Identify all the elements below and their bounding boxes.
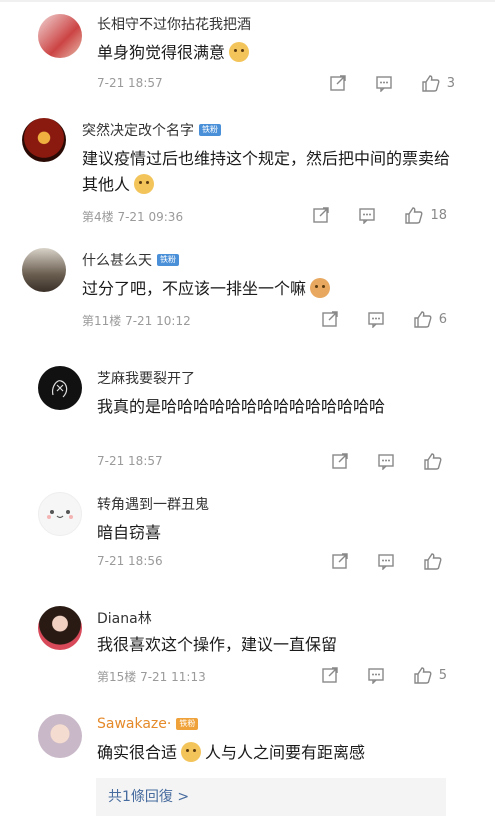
comment-meta: 7-21 18:57 — [97, 454, 163, 468]
view-replies-link[interactable]: 共1條回復 > — [96, 778, 446, 816]
username[interactable]: 突然决定改个名字 铁粉 — [82, 120, 221, 140]
username[interactable]: 转角遇到一群丑鬼 — [97, 494, 209, 514]
comment-icon — [368, 668, 384, 684]
fan-badge: 铁粉 — [199, 124, 221, 136]
username[interactable]: Sawakaze· 铁粉 — [97, 716, 199, 732]
like-button[interactable] — [423, 452, 443, 470]
thumbs-up-icon — [424, 553, 442, 570]
avatar[interactable] — [38, 14, 82, 58]
comment-actions: 6 — [293, 310, 447, 328]
share-button[interactable] — [321, 310, 339, 328]
comment-icon — [378, 554, 394, 570]
username[interactable]: 长相守不过你拈花我把酒 — [97, 14, 251, 34]
comment-text: 我真的是哈哈哈哈哈哈哈哈哈哈哈哈哈哈 — [97, 397, 386, 416]
avatar[interactable] — [38, 366, 82, 410]
comment-actions: 3 — [301, 74, 455, 92]
like-button[interactable]: 6 — [413, 310, 447, 328]
avatar[interactable] — [38, 714, 82, 758]
comment-icon — [376, 76, 392, 92]
like-count: 18 — [430, 207, 447, 223]
like-count: 5 — [438, 667, 447, 683]
like-button[interactable] — [423, 552, 443, 570]
comment-button[interactable] — [375, 74, 393, 92]
share-icon — [332, 453, 348, 469]
thumbs-up-icon — [414, 311, 432, 328]
doge-emoji-icon — [229, 42, 250, 62]
like-button[interactable]: 18 — [404, 206, 447, 224]
share-button[interactable] — [329, 74, 347, 92]
share-button[interactable] — [331, 452, 349, 470]
avatar-doodle-icon — [52, 380, 68, 398]
comment-icon — [378, 454, 394, 470]
comment-text: 建议疫情过后也维持这个规定，然后把中间的票卖给其他人 — [82, 149, 451, 194]
thumbs-up-icon — [422, 75, 440, 92]
username[interactable]: 什么甚么天 铁粉 — [82, 250, 179, 270]
username[interactable]: 芝麻我要裂开了 — [97, 368, 195, 388]
share-icon — [322, 667, 338, 683]
like-button[interactable]: 5 — [413, 666, 447, 684]
comment-actions — [303, 552, 443, 570]
avatar[interactable] — [22, 248, 66, 292]
share-icon — [322, 311, 338, 327]
avatar[interactable] — [22, 118, 66, 162]
comment-meta: 第11楼 7-21 10:12 — [82, 314, 191, 328]
like-count: 3 — [446, 75, 455, 91]
share-button[interactable] — [312, 206, 330, 224]
comment-icon — [368, 312, 384, 328]
fan-badge: 铁粉 — [176, 718, 199, 730]
avatar[interactable] — [38, 492, 82, 536]
comment-button[interactable] — [358, 206, 376, 224]
like-button[interactable]: 3 — [421, 74, 455, 92]
avatar-face-icon — [47, 510, 73, 519]
comment-text: 我很喜欢这个操作，建议一直保留 — [97, 635, 338, 654]
thumbs-up-icon — [414, 667, 432, 684]
share-button[interactable] — [331, 552, 349, 570]
thumbs-up-icon — [405, 207, 423, 224]
share-icon — [330, 75, 346, 91]
like-count: 6 — [438, 311, 447, 327]
comment-icon — [359, 208, 376, 224]
cat-emoji-icon — [310, 278, 331, 298]
comment-button[interactable] — [367, 310, 385, 328]
doge-emoji-icon — [134, 174, 155, 194]
comment-actions: 5 — [293, 666, 447, 684]
username[interactable]: Diana林 — [97, 608, 152, 628]
doge-emoji-icon — [181, 742, 202, 762]
comment-text: 确实很合适 人与人之间要有距离感 — [97, 742, 366, 762]
share-icon — [313, 207, 330, 223]
comment-text: 单身狗觉得很满意 — [97, 40, 250, 66]
comment-button[interactable] — [377, 452, 395, 470]
top-divider — [0, 0, 495, 2]
comment-actions: 18 — [284, 206, 447, 224]
thumbs-up-icon — [424, 453, 442, 470]
comment-button[interactable] — [377, 552, 395, 570]
comment-meta: 第15楼 7-21 11:13 — [97, 670, 206, 684]
comment-meta: 7-21 18:57 — [97, 76, 163, 90]
avatar[interactable] — [38, 606, 82, 650]
comment-text: 过分了吧，不应该一排坐一个嘛 — [82, 276, 331, 302]
share-icon — [332, 553, 348, 569]
comment-meta: 7-21 18:56 — [97, 554, 163, 568]
comment-meta: 第4楼 7-21 09:36 — [82, 210, 184, 224]
comment-text: 暗自窃喜 — [97, 523, 162, 542]
comment-actions — [303, 452, 443, 470]
fan-badge: 铁粉 — [157, 254, 179, 266]
comment-button[interactable] — [367, 666, 385, 684]
share-button[interactable] — [321, 666, 339, 684]
